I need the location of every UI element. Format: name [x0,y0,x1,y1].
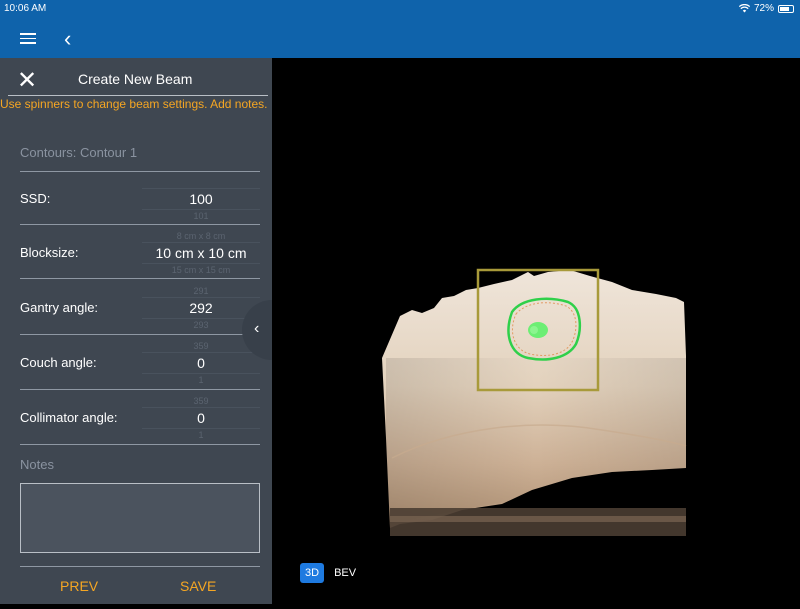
ssd-value: 100 [142,188,260,210]
view-mode-toggle: 3D BEV [300,563,358,583]
gantry-angle-label: Gantry angle: [20,300,99,315]
chevron-left-icon: ‹ [254,320,260,337]
viewer-canvas [382,268,687,536]
couch-value: 0 [142,352,260,374]
divider [20,171,260,172]
blocksize-value: 10 cm x 10 cm [142,242,260,264]
status-time: 10:06 AM [4,3,47,14]
couch-next: 1 [198,375,204,385]
blocksize-prev: 8 cm x 8 cm [176,231,226,241]
save-button[interactable]: SAVE [180,578,216,594]
notes-label: Notes [20,457,54,472]
3d-viewer[interactable] [272,58,800,604]
blocksize-label: Blocksize: [20,245,79,260]
gantry-value: 292 [142,297,260,319]
status-right: 72% [738,3,794,14]
collimator-angle-label: Collimator angle: [20,410,118,425]
divider [20,278,260,279]
collimator-prev: 359 [193,396,209,406]
top-bar: ‹ [0,20,800,58]
couch-angle-spinner[interactable]: 359 0 1 [142,340,260,396]
collimator-value: 0 [142,407,260,429]
divider [20,224,260,225]
status-bar: 10:06 AM 72% [0,0,800,20]
ssd-next: 101 [193,211,209,221]
couch-angle-label: Couch angle: [20,355,97,370]
title-divider [8,95,268,96]
divider [20,566,260,567]
divider [20,334,260,335]
chevron-left-icon[interactable]: ‹ [64,26,71,52]
collimator-next: 1 [198,430,204,440]
close-icon[interactable]: ✕ [17,66,37,94]
prev-button[interactable]: PREV [60,578,98,594]
wifi-icon [738,4,750,13]
contours-label: Contours: Contour 1 [20,145,138,160]
panel-hint: Use spinners to change beam settings. Ad… [0,97,268,111]
gantry-prev: 291 [193,286,209,296]
blocksize-next: 15 cm x 15 cm [171,265,231,275]
hamburger-menu-icon[interactable] [20,30,36,48]
mode-3d-button[interactable]: 3D [300,563,325,583]
battery-percent: 72% [753,3,774,14]
battery-icon [778,4,794,13]
ssd-label: SSD: [20,191,51,206]
notes-textarea[interactable] [20,483,260,553]
collimator-angle-spinner[interactable]: 359 0 1 [142,395,260,451]
divider [20,444,260,445]
ssd-prev [142,176,260,188]
couch-prev: 359 [193,341,209,351]
battery-fill [780,6,789,11]
mode-bev-button[interactable]: BEV [332,563,358,583]
divider [20,389,260,390]
panel-title: Create New Beam [78,71,193,87]
create-beam-panel: ✕ Create New Beam Use spinners to change… [0,58,272,604]
